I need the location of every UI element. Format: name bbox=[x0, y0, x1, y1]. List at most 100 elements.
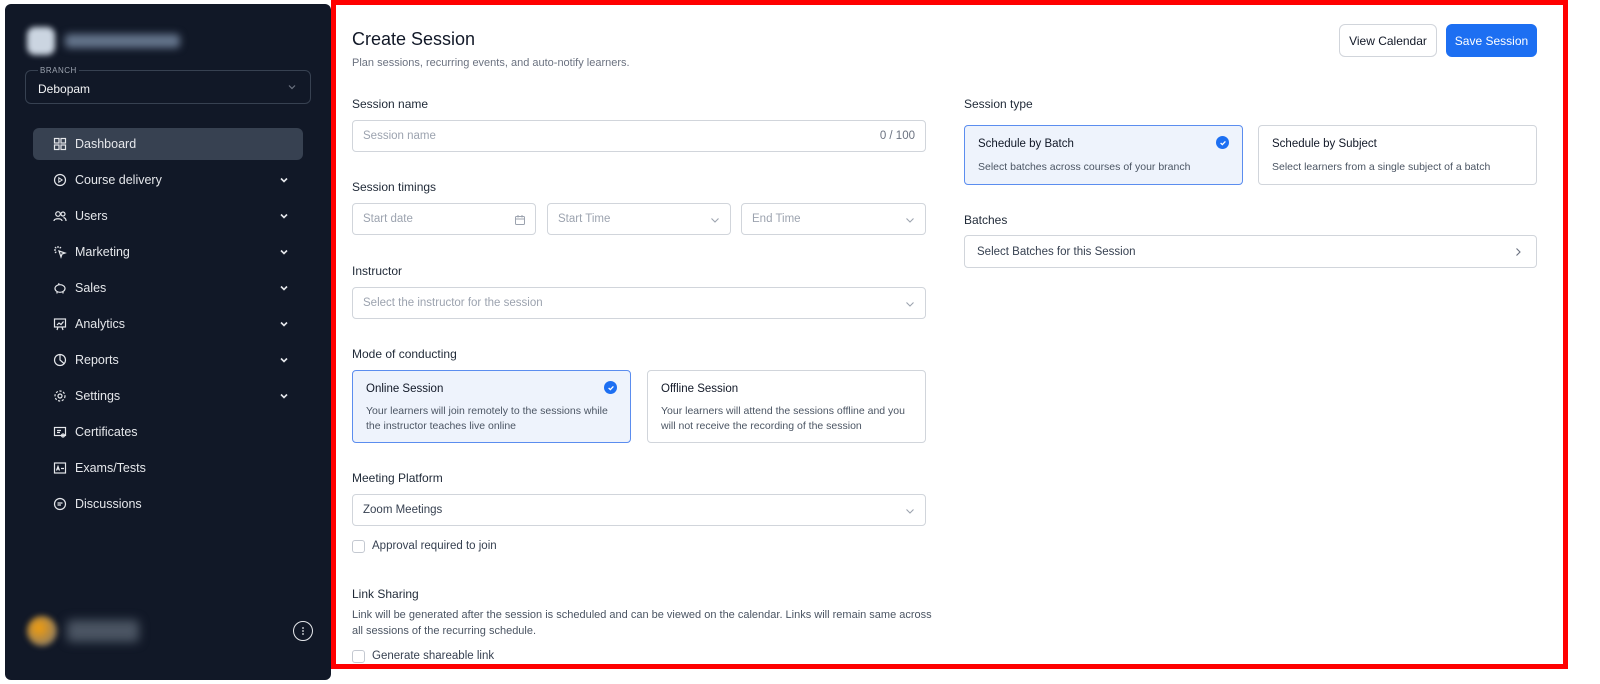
start-time-select[interactable]: Start Time bbox=[547, 203, 731, 235]
sidebar-item-label: Analytics bbox=[75, 317, 126, 331]
sidebar-item-marketing[interactable]: Marketing bbox=[33, 236, 303, 268]
view-calendar-button[interactable]: View Calendar bbox=[1339, 24, 1437, 57]
check-circle-icon bbox=[1216, 136, 1229, 149]
schedule-by-batch-description: Select batches across courses of your br… bbox=[978, 161, 1191, 173]
sidebar-item-sales[interactable]: Sales bbox=[33, 272, 303, 304]
instructor-label: Instructor bbox=[352, 264, 403, 278]
chevron-right-icon bbox=[1516, 248, 1521, 256]
avatar bbox=[27, 616, 57, 646]
sidebar-item-settings[interactable]: Settings bbox=[33, 380, 303, 412]
calendar-icon bbox=[515, 215, 525, 225]
sidebar-item-reports[interactable]: Reports bbox=[33, 344, 303, 376]
user-name-redacted bbox=[67, 620, 139, 642]
select-batches-button[interactable]: Select Batches for this Session bbox=[964, 235, 1537, 268]
link-sharing-description: Link will be generated after the session… bbox=[352, 609, 932, 637]
generate-link-label: Generate shareable link bbox=[372, 650, 495, 662]
schedule-by-batch-title: Schedule by Batch bbox=[978, 138, 1074, 150]
certificate-icon bbox=[53, 425, 67, 439]
page-subtitle: Plan sessions, recurring events, and aut… bbox=[352, 57, 630, 69]
presentation-chart-icon bbox=[53, 317, 67, 331]
session-name-input[interactable]: Session name 0 / 100 bbox=[352, 120, 926, 152]
approval-checkbox-label: Approval required to join bbox=[372, 540, 497, 552]
end-time-select[interactable]: End Time bbox=[741, 203, 926, 235]
sidebar-item-users[interactable]: Users bbox=[33, 200, 303, 232]
more-options-icon[interactable] bbox=[293, 621, 313, 641]
start-date-input[interactable]: Start date bbox=[352, 203, 536, 235]
check-circle-icon bbox=[604, 381, 617, 394]
online-session-description: Your learners will join remotely to the … bbox=[366, 405, 608, 432]
batches-label: Batches bbox=[964, 213, 1008, 227]
sidebar-item-exams-tests[interactable]: Exams/Tests bbox=[33, 452, 303, 484]
exam-icon bbox=[53, 461, 67, 475]
chevron-down-icon bbox=[906, 218, 914, 223]
meeting-platform-select[interactable]: Zoom Meetings bbox=[352, 494, 926, 526]
user-profile[interactable] bbox=[27, 616, 139, 646]
sidebar-item-dashboard[interactable]: Dashboard bbox=[33, 128, 303, 160]
chevron-down-icon bbox=[280, 249, 288, 255]
sidebar-item-label: Dashboard bbox=[75, 137, 137, 151]
meeting-platform-label: Meeting Platform bbox=[352, 471, 443, 485]
chevron-down-icon bbox=[280, 177, 288, 183]
piggy-bank-icon bbox=[53, 281, 67, 295]
chevron-down-icon bbox=[711, 218, 719, 223]
sidebar-item-label: Discussions bbox=[75, 497, 142, 511]
users-icon bbox=[53, 209, 67, 223]
sidebar-nav: Dashboard Course delivery Users Marketin… bbox=[33, 128, 303, 524]
chevron-down-icon bbox=[280, 357, 288, 363]
logo-icon bbox=[27, 27, 55, 55]
schedule-by-subject-card[interactable]: Schedule by Subject Select learners from… bbox=[1258, 125, 1537, 185]
brand-name-redacted bbox=[65, 34, 180, 48]
chat-icon bbox=[53, 497, 67, 511]
sidebar-item-label: Reports bbox=[75, 353, 119, 367]
sidebar-item-label: Marketing bbox=[75, 245, 130, 259]
sidebar-item-analytics[interactable]: Analytics bbox=[33, 308, 303, 340]
chevron-down-icon bbox=[906, 302, 914, 307]
generate-link-checkbox[interactable] bbox=[352, 650, 365, 663]
mode-of-conducting-label: Mode of conducting bbox=[352, 347, 457, 361]
end-time-placeholder: End Time bbox=[752, 213, 801, 225]
sidebar-item-label: Settings bbox=[75, 389, 121, 403]
page-title: Create Session bbox=[352, 29, 476, 49]
online-session-card[interactable]: Online Session Your learners will join r… bbox=[352, 370, 631, 443]
pie-chart-icon bbox=[53, 353, 67, 367]
sidebar-item-certificates[interactable]: Certificates bbox=[33, 416, 303, 448]
session-type-label: Session type bbox=[964, 97, 1033, 111]
create-session-panel: Create Session Plan sessions, recurring … bbox=[331, 0, 1568, 669]
branch-label: BRANCH bbox=[38, 66, 79, 75]
play-circle-icon bbox=[53, 173, 67, 187]
offline-session-card[interactable]: Offline Session Your learners will atten… bbox=[647, 370, 926, 443]
sidebar-item-label: Course delivery bbox=[75, 173, 162, 187]
session-name-placeholder: Session name bbox=[363, 130, 436, 142]
chevron-down-icon bbox=[280, 321, 288, 327]
save-session-button[interactable]: Save Session bbox=[1446, 24, 1537, 57]
sidebar-item-label: Certificates bbox=[75, 425, 138, 439]
branch-select[interactable]: BRANCH Debopam bbox=[25, 66, 311, 104]
online-session-title: Online Session bbox=[366, 383, 444, 395]
branch-value: Debopam bbox=[38, 82, 91, 96]
meeting-platform-value: Zoom Meetings bbox=[363, 504, 443, 516]
schedule-by-subject-title: Schedule by Subject bbox=[1272, 138, 1377, 150]
offline-session-description: Your learners will attend the sessions o… bbox=[661, 405, 905, 432]
start-date-placeholder: Start date bbox=[363, 213, 413, 225]
instructor-placeholder: Select the instructor for the session bbox=[363, 297, 543, 309]
session-timings-label: Session timings bbox=[352, 180, 437, 194]
select-batches-label: Select Batches for this Session bbox=[977, 246, 1136, 258]
chevron-down-icon bbox=[288, 85, 296, 90]
schedule-by-batch-card[interactable]: Schedule by Batch Select batches across … bbox=[964, 125, 1243, 185]
offline-session-title: Offline Session bbox=[661, 383, 739, 395]
chevron-down-icon bbox=[280, 285, 288, 291]
grid-icon bbox=[53, 137, 67, 151]
start-time-placeholder: Start Time bbox=[558, 213, 611, 225]
approval-checkbox[interactable] bbox=[352, 540, 365, 553]
sidebar-item-discussions[interactable]: Discussions bbox=[33, 488, 303, 520]
sidebar-item-label: Users bbox=[75, 209, 108, 223]
schedule-by-subject-description: Select learners from a single subject of… bbox=[1272, 161, 1491, 173]
brand-logo[interactable] bbox=[27, 26, 187, 56]
session-name-label: Session name bbox=[352, 97, 429, 111]
chevron-down-icon bbox=[906, 509, 914, 514]
chevron-down-icon bbox=[280, 393, 288, 399]
link-sharing-label: Link Sharing bbox=[352, 587, 419, 601]
sidebar-item-label: Exams/Tests bbox=[75, 461, 146, 475]
instructor-select[interactable]: Select the instructor for the session bbox=[352, 287, 926, 319]
sidebar-item-course-delivery[interactable]: Course delivery bbox=[33, 164, 303, 196]
